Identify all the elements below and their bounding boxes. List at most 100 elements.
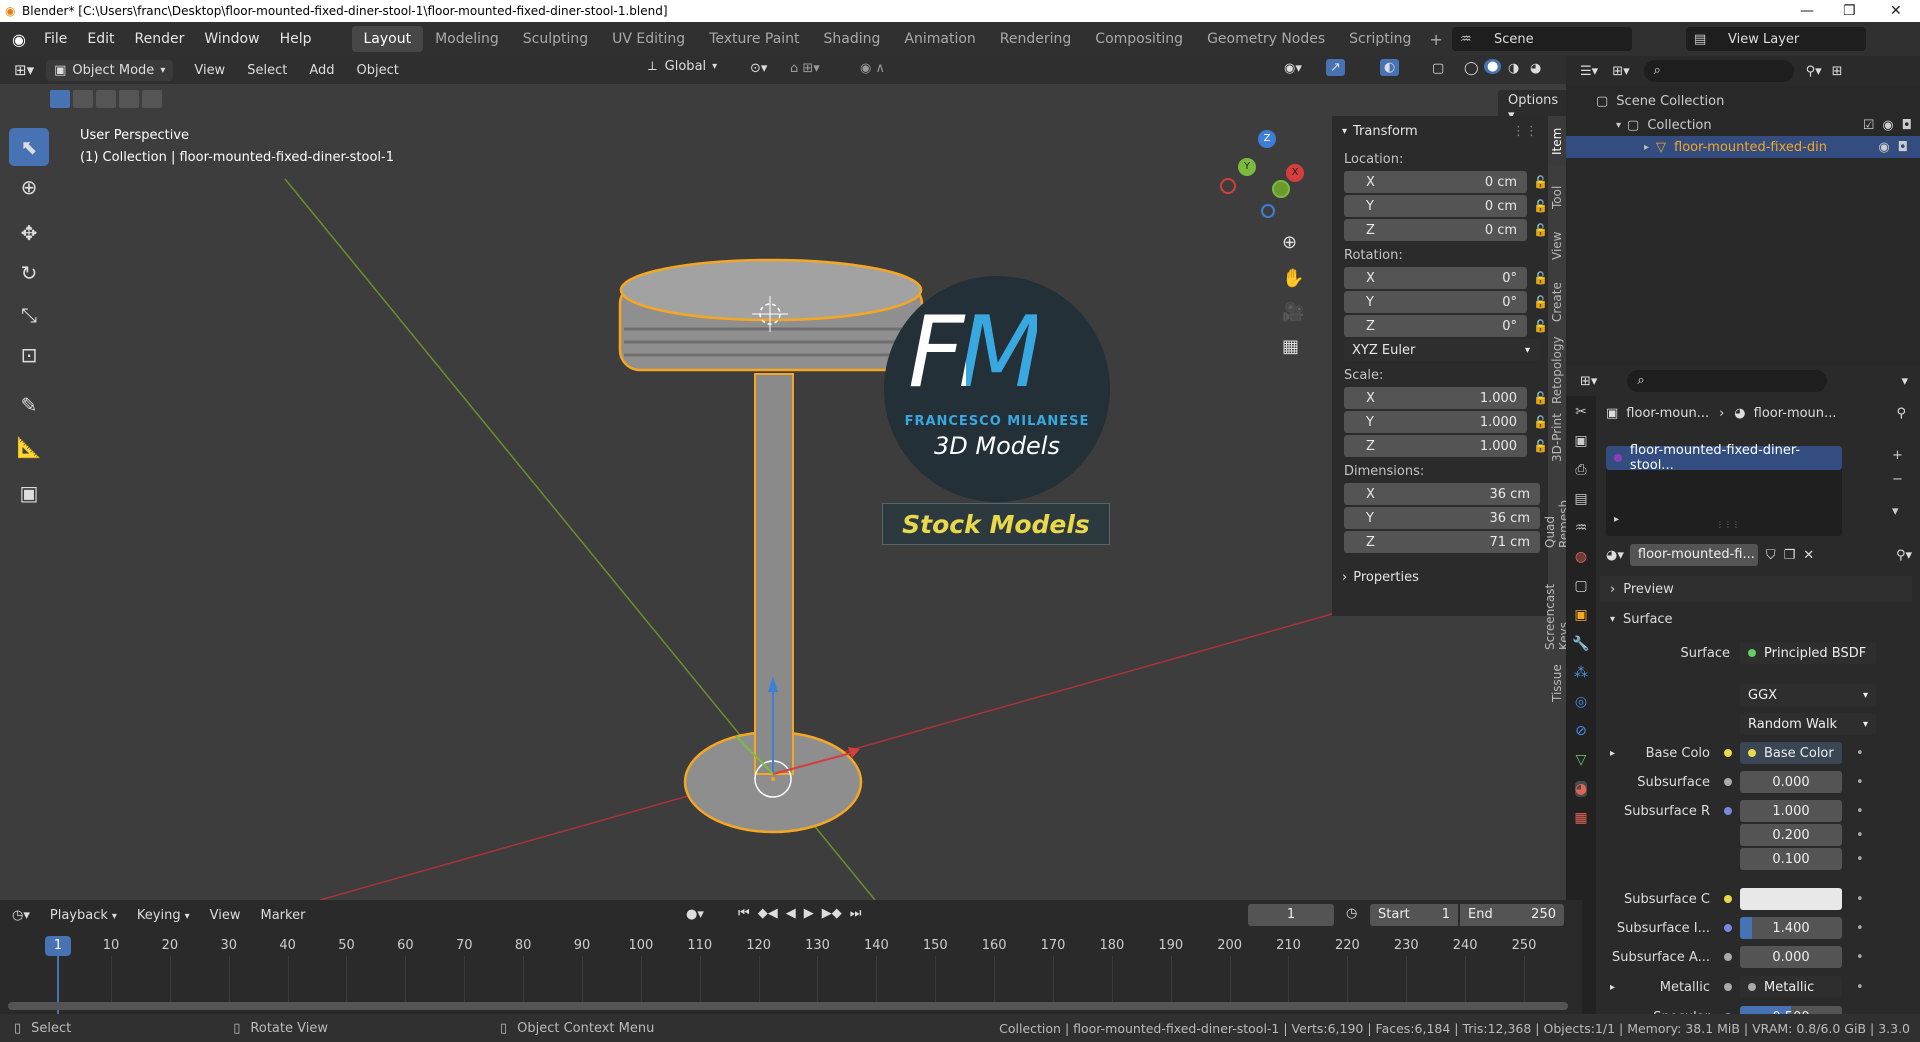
y-axis-icon[interactable]: Y	[1238, 158, 1256, 176]
socket-icon[interactable]	[1724, 778, 1732, 786]
cursor-tool[interactable]: ⊕	[9, 168, 49, 206]
pan-hand-icon[interactable]: ✋	[1282, 268, 1304, 289]
wireframe-shading-icon[interactable]: ◯	[1464, 61, 1479, 76]
socket-icon[interactable]	[1724, 924, 1732, 932]
neg-x-icon[interactable]	[1220, 178, 1236, 194]
menu-help[interactable]: Help	[270, 31, 322, 47]
socket-icon[interactable]	[1724, 953, 1732, 961]
dimensions-x-field[interactable]: X 36 cm	[1344, 483, 1540, 505]
timeline-editor-icon[interactable]: ◷▾	[12, 908, 30, 923]
workspace-tab-sculpting[interactable]: Sculpting	[511, 26, 600, 52]
tool-tab-icon[interactable]: ✂	[1575, 404, 1587, 420]
scale-x-field[interactable]: X 1.000	[1344, 387, 1528, 409]
annotate-tool[interactable]: ✎	[9, 386, 49, 424]
play-icon[interactable]: ▶	[804, 906, 814, 921]
lock-icon[interactable]: 🔓	[1533, 199, 1548, 213]
camera-render-icon[interactable]: ◘	[1898, 140, 1908, 155]
keyframe-dot-icon[interactable]: •	[1856, 804, 1864, 819]
outliner-search[interactable]: ⌕	[1643, 60, 1794, 82]
keyframe-dot-icon[interactable]: •	[1856, 980, 1864, 995]
menu-window[interactable]: Window	[194, 31, 269, 47]
constraints-tab-icon[interactable]: ⊘	[1575, 723, 1587, 739]
menu-file[interactable]: File	[34, 31, 77, 47]
filter-icon[interactable]: ⚲▾	[1806, 64, 1822, 79]
expand-icon[interactable]: ▸	[1644, 142, 1649, 153]
prev-keyframe-icon[interactable]: ◆◀	[758, 906, 778, 921]
timeline-ruler[interactable]: 1 10 20 30 40 50 60 70 80 90 100 110 120 130 140 150 160…	[0, 930, 1582, 1014]
blender-menu-icon[interactable]: ◉	[0, 30, 34, 49]
transform-orientation[interactable]: ⟂ Global ▾	[648, 59, 717, 74]
material-name-field[interactable]: floor-mounted-fi...	[1629, 544, 1758, 566]
location-z-field[interactable]: Z 0 cm	[1344, 219, 1528, 241]
camera-icon[interactable]: 🎥	[1282, 302, 1304, 323]
perspective-grid-icon[interactable]: ▦	[1282, 336, 1299, 357]
display-mode-icon[interactable]: ⊞▾	[1612, 64, 1629, 79]
surface-shader-field[interactable]: Principled BSDF	[1740, 642, 1876, 664]
editor-type-icon[interactable]: ⊞▾	[0, 61, 46, 79]
duplicate-icon[interactable]: ❐	[1784, 548, 1796, 563]
collection-tab-icon[interactable]: ▢	[1574, 578, 1587, 594]
material-input-field[interactable]: 0.200	[1740, 824, 1842, 846]
timeline-menu-marker[interactable]: Marker	[250, 908, 315, 923]
world-tab-icon[interactable]: ◍	[1575, 549, 1587, 565]
fake-user-icon[interactable]: ⛉	[1766, 548, 1776, 563]
outliner-editor-icon[interactable]: ☰▾	[1580, 64, 1598, 79]
sidebar-tab-create[interactable]: Create	[1548, 272, 1566, 332]
end-frame-field[interactable]: End 250	[1460, 904, 1564, 926]
move-tool[interactable]: ✥	[9, 214, 49, 252]
sidebar-tab-3d-print[interactable]: 3D-Print	[1548, 408, 1566, 468]
object-tab-icon[interactable]: ▣	[1574, 607, 1587, 623]
particles-tab-icon[interactable]: ⁂	[1574, 665, 1588, 681]
neg-z-icon[interactable]	[1261, 204, 1275, 218]
drag-handle-icon[interactable]: ⋮⋮	[1512, 124, 1538, 139]
close-icon[interactable]: ✕	[1890, 0, 1902, 22]
material-input-field[interactable]: 0.100	[1740, 848, 1842, 870]
viewport-menu-select[interactable]: Select	[236, 63, 298, 78]
xray-icon[interactable]: ▢	[1432, 61, 1444, 76]
gizmo-toggle-icon[interactable]: ↗	[1326, 59, 1345, 76]
socket-icon[interactable]	[1724, 855, 1732, 863]
workspace-tab-scripting[interactable]: Scripting	[1337, 26, 1423, 52]
scale-z-field[interactable]: Z 1.000	[1344, 435, 1528, 457]
dimensions-z-field[interactable]: Z 71 cm	[1344, 531, 1540, 553]
3d-viewport[interactable]: ⊞▾ ▣ Object Mode ▾ View Select Add Object ⟂…	[0, 56, 1566, 900]
sidebar-tab-quad-remesh[interactable]: Quad Remesh	[1543, 472, 1566, 548]
scene-tab-icon[interactable]: ♒	[1575, 520, 1588, 536]
socket-icon[interactable]	[1724, 749, 1732, 757]
solid-shading-icon[interactable]: ●	[1484, 59, 1502, 74]
material-input-field[interactable]	[1740, 888, 1842, 910]
keyframe-dot-icon[interactable]: •	[1856, 950, 1864, 965]
keyframe-dot-icon[interactable]: •	[1856, 921, 1864, 936]
eye-icon[interactable]: ◉	[1878, 140, 1889, 155]
rendered-shading-icon[interactable]: ◕	[1530, 61, 1541, 76]
material-slot-row[interactable]: floor-mounted-fixed-diner-stool...	[1606, 443, 1842, 473]
menu-edit[interactable]: Edit	[77, 31, 124, 47]
expand-icon[interactable]: ▸	[1610, 748, 1615, 759]
add-cube-tool[interactable]: ▣	[9, 474, 49, 512]
workspace-tab-modeling[interactable]: Modeling	[423, 26, 511, 52]
surface-section[interactable]: ▾ Surface	[1600, 606, 1912, 632]
x-axis-icon[interactable]: X	[1286, 164, 1304, 182]
sidebar-tab-screencast-keys[interactable]: Screencast Keys	[1543, 554, 1566, 650]
lock-icon[interactable]: 🔓	[1533, 439, 1548, 453]
sidebar-tab-tissue[interactable]: Tissue	[1548, 654, 1566, 712]
mode-selector[interactable]: ▣ Object Mode ▾	[46, 59, 174, 81]
record-icon[interactable]: ●▾	[686, 907, 704, 922]
timeline-menu-keying[interactable]: Keying ▾	[127, 908, 200, 923]
workspace-tab-layout[interactable]: Layout	[351, 26, 424, 52]
socket-icon[interactable]	[1724, 831, 1732, 839]
location-x-field[interactable]: X 0 cm	[1344, 171, 1528, 193]
workspace-tab-geometry-nodes[interactable]: Geometry Nodes	[1195, 26, 1337, 52]
sidebar-tab-retopology[interactable]: Retopology	[1548, 336, 1566, 404]
material-input-field[interactable]: 0.000	[1740, 771, 1842, 793]
z-axis-icon[interactable]: Z	[1258, 130, 1276, 148]
pin-icon[interactable]: ⚲	[1896, 406, 1906, 421]
physics-tab-icon[interactable]: ◎	[1575, 694, 1587, 710]
render-tab-icon[interactable]: ▣	[1574, 433, 1587, 449]
sidebar-tab-item[interactable]: Item	[1548, 116, 1566, 166]
viewport-menu-view[interactable]: View	[183, 63, 236, 78]
material-input-field[interactable]: Base Color	[1740, 742, 1842, 764]
eye-icon[interactable]: ◉	[1882, 118, 1893, 133]
keyframe-dot-icon[interactable]: •	[1856, 746, 1864, 761]
material-tab-icon[interactable]: ◕	[1574, 781, 1588, 797]
